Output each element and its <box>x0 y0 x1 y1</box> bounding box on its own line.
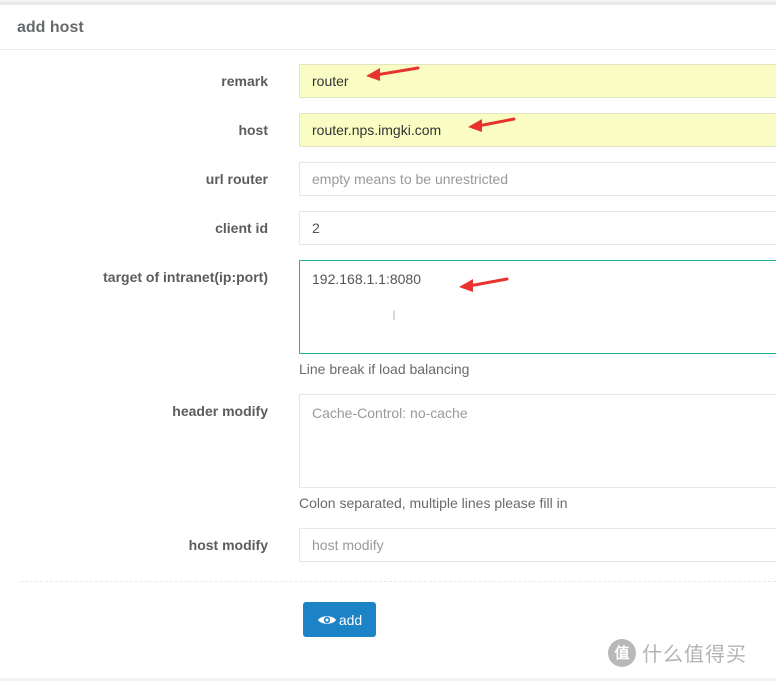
header-modify-textarea[interactable] <box>299 394 776 488</box>
eye-icon <box>317 613 337 627</box>
text-cursor-icon: I <box>392 307 396 323</box>
url-router-label: url router <box>205 171 268 187</box>
target-help-text: Line break if load balancing <box>299 361 470 377</box>
host-modify-input[interactable] <box>299 528 776 562</box>
annotation-arrow-icon <box>459 277 509 292</box>
host-label: host <box>238 122 268 138</box>
target-label: target of intranet(ip:port) <box>103 269 268 285</box>
client-id-label: client id <box>215 220 268 236</box>
watermark-text: 什么值得买 <box>642 644 747 666</box>
target-textarea[interactable] <box>299 260 776 354</box>
client-id-input[interactable] <box>299 211 776 245</box>
form-divider <box>20 581 776 582</box>
header-modify-label: header modify <box>172 403 268 419</box>
watermark: 值 什么值得买 <box>608 638 747 667</box>
panel-header: add host <box>0 5 776 50</box>
header-modify-help-text: Colon separated, multiple lines please f… <box>299 495 568 511</box>
url-router-input[interactable] <box>299 162 776 196</box>
add-button[interactable]: add <box>303 602 376 637</box>
panel-title: add host <box>17 19 84 36</box>
annotation-arrow-icon <box>366 66 420 81</box>
host-modify-label: host modify <box>188 537 268 553</box>
watermark-badge: 值 <box>608 638 636 667</box>
remark-label: remark <box>221 73 268 89</box>
host-input[interactable] <box>299 113 776 147</box>
add-button-label: add <box>338 611 363 628</box>
annotation-arrow-icon <box>468 117 516 132</box>
